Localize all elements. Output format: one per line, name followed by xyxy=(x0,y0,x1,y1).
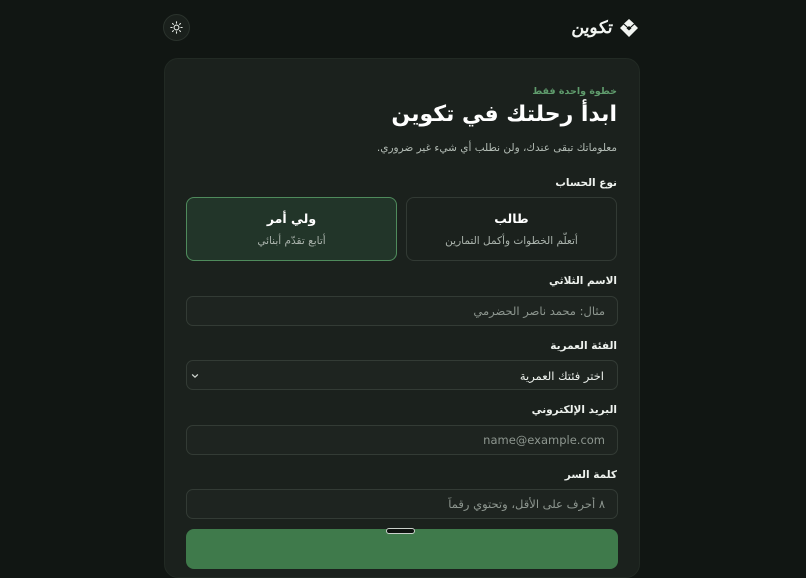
scroll-handle[interactable] xyxy=(386,528,415,534)
brand-wordmark: تكوين xyxy=(571,17,615,38)
theme-toggle-button[interactable] xyxy=(163,14,190,41)
password-label: كلمة السر xyxy=(564,469,617,481)
account-option-title: ولي أمر xyxy=(266,211,317,226)
account-option-description: أتعلّم الخطوات وأكمل التمارين xyxy=(445,235,578,247)
full-name-label: الاسم الثلاثي xyxy=(549,275,617,287)
signup-card: خطوة واحدة فقط ابدأ رحلتك في تكوين معلوم… xyxy=(164,58,640,578)
step-eyebrow: خطوة واحدة فقط xyxy=(532,86,617,97)
diamond-logo-icon xyxy=(620,19,638,37)
app-header: تكوين xyxy=(0,0,806,56)
account-option-student[interactable]: طالب أتعلّم الخطوات وأكمل التمارين xyxy=(406,197,617,261)
page-title: ابدأ رحلتك في تكوين xyxy=(391,102,617,127)
submit-button[interactable] xyxy=(186,529,618,569)
sun-icon xyxy=(170,21,183,34)
age-group-select[interactable]: اختر فئتك العمرية xyxy=(186,360,618,390)
age-group-selected-value: اختر فئتك العمرية xyxy=(519,369,604,383)
account-option-description: أتابع تقدّم أبنائي xyxy=(257,235,326,247)
age-group-label: الفئة العمرية xyxy=(550,340,617,352)
account-option-guardian[interactable]: ولي أمر أتابع تقدّم أبنائي xyxy=(186,197,397,261)
email-input[interactable] xyxy=(186,425,618,455)
account-type-label: نوع الحساب xyxy=(555,177,617,189)
password-input[interactable] xyxy=(186,489,618,519)
email-label: البريد الإلكتروني xyxy=(531,404,617,416)
brand-logo[interactable]: تكوين xyxy=(571,16,639,40)
page-subtitle: معلوماتك تبقى عندك، ولن نطلب أي شيء غير … xyxy=(376,142,617,154)
full-name-input[interactable] xyxy=(186,296,618,326)
account-option-title: طالب xyxy=(494,211,529,226)
chevron-down-icon xyxy=(191,374,199,378)
